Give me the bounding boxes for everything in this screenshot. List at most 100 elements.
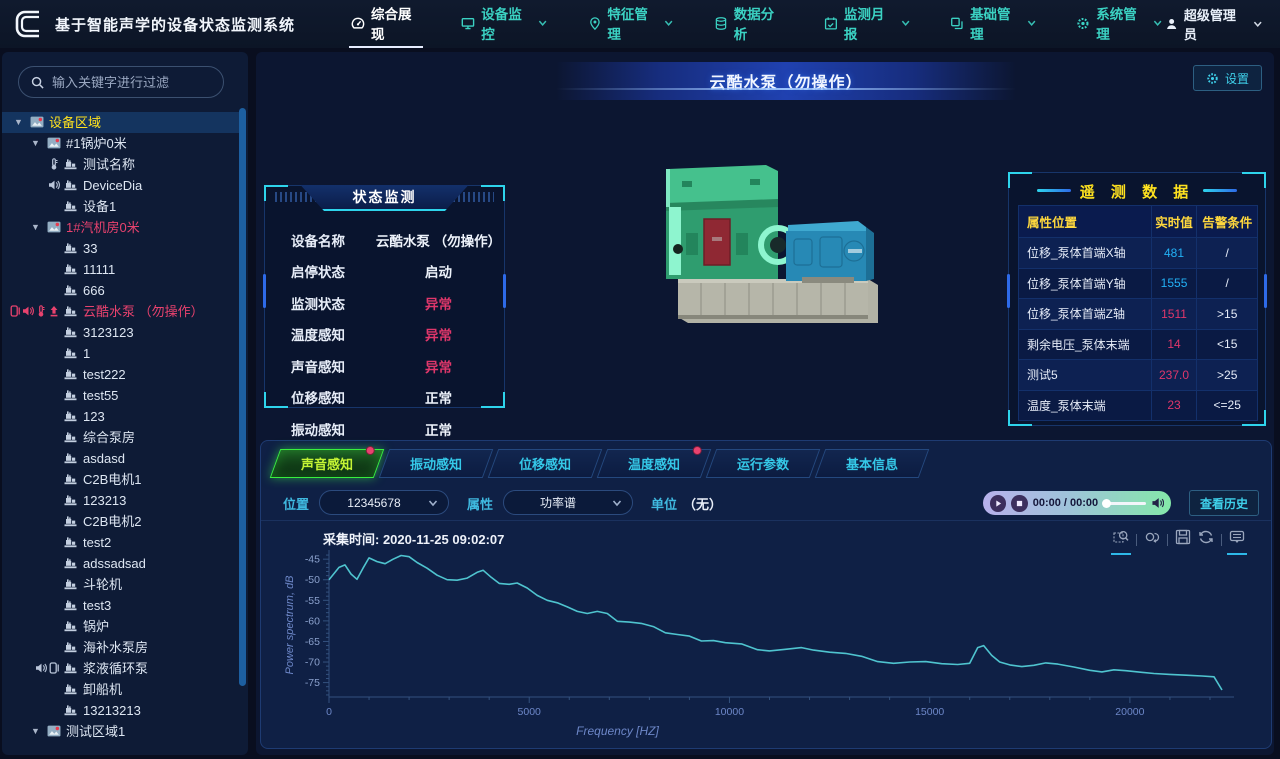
tree-node-label: C2B电机2 (83, 511, 142, 532)
tree-device-15[interactable]: 综合泵房 (2, 427, 240, 448)
status-row-value: 云酷水泵 （勿操作） (373, 230, 504, 250)
play-button[interactable] (990, 495, 1006, 512)
tree-device-20[interactable]: test2 (2, 532, 240, 553)
tree-device-28[interactable]: 13213213 (2, 700, 240, 721)
tree-region-29[interactable]: ▼测试区域1 (2, 721, 240, 742)
calendar-icon (824, 16, 838, 31)
tree-node-label: 11111 (83, 259, 115, 280)
tree-node-label: 123 (83, 406, 105, 427)
tree-expand-caret[interactable]: ▼ (14, 112, 23, 133)
telemetry-condition: / (1197, 268, 1258, 299)
tree-device-27[interactable]: 卸船机 (2, 679, 240, 700)
device-icon (64, 347, 77, 359)
tab-基本信息[interactable]: 基本信息 (815, 449, 930, 478)
device-icon (64, 515, 77, 527)
telemetry-attr: 位移_泵体首端X轴 (1019, 238, 1152, 269)
tree-device-9[interactable]: 云酷水泵 （勿操作） (2, 301, 240, 322)
position-select[interactable]: 12345678 (319, 490, 449, 515)
attribute-select[interactable]: 功率谱 (503, 490, 633, 515)
tree-device-18[interactable]: 123213 (2, 490, 240, 511)
tree-device-4[interactable]: 设备1 (2, 196, 240, 217)
tab-运行参数[interactable]: 运行参数 (706, 449, 821, 478)
stop-button[interactable] (1011, 495, 1027, 512)
thermo-icon (48, 158, 60, 170)
nav-item-5[interactable]: 基础管理 (948, 0, 1038, 48)
device-icon (64, 431, 77, 443)
sidebar-scrollbar-thumb[interactable] (239, 108, 246, 686)
thermo-icon (35, 305, 47, 317)
tab-声音感知[interactable]: 声音感知 (270, 449, 385, 478)
nav-item-2[interactable]: 特征管理 (586, 0, 676, 48)
device-3d-model[interactable] (616, 137, 956, 342)
settings-button[interactable]: 设置 (1193, 65, 1262, 91)
nav-item-0[interactable]: 综合展现 (349, 0, 423, 48)
tree-device-26[interactable]: 浆液循环泵 (2, 658, 240, 679)
status-row-4: 声音感知异常 (265, 350, 504, 382)
tree-device-19[interactable]: C2B电机2 (2, 511, 240, 532)
disp-icon (48, 662, 60, 674)
tree-node-label: test2 (83, 532, 111, 553)
tree-device-10[interactable]: 3123123 (2, 322, 240, 343)
nav-item-3[interactable]: 数据分析 (712, 0, 786, 48)
nav-item-label: 监测月报 (844, 3, 894, 43)
tree-device-21[interactable]: adssadsad (2, 553, 240, 574)
player-slider-handle[interactable] (1102, 499, 1111, 508)
svg-text:0: 0 (326, 706, 332, 718)
chevron-down-icon (664, 18, 673, 28)
tree-device-11[interactable]: 1 (2, 343, 240, 364)
tab-label: 振动感知 (385, 450, 487, 477)
tree-node-label: test3 (83, 595, 111, 616)
tree-device-17[interactable]: C2B电机1 (2, 469, 240, 490)
tree-region-1[interactable]: ▼ #1锅炉0米 (2, 133, 240, 154)
status-row-3: 温度感知异常 (265, 319, 504, 351)
chevron-down-icon (901, 18, 910, 28)
tree-expand-caret[interactable]: ▼ (31, 133, 40, 154)
tree-device-12[interactable]: test222 (2, 364, 240, 385)
spectrum-chart[interactable]: -75-70-65-60-55-50-450500010000150002000… (281, 547, 1256, 745)
nav-item-label: 系统管理 (1096, 3, 1146, 43)
telemetry-row-1: 位移_泵体首端Y轴1555/ (1019, 268, 1258, 299)
app-logo-icon (12, 7, 46, 41)
tree-device-7[interactable]: 11111 (2, 259, 240, 280)
telemetry-col-cond: 告警条件 (1197, 206, 1258, 238)
tree-region-0[interactable]: ▼设备区域 (2, 112, 240, 133)
player-slider[interactable] (1103, 502, 1145, 505)
svg-text:10000: 10000 (715, 706, 744, 718)
sensor-icons (4, 179, 60, 191)
tab-位移感知[interactable]: 位移感知 (488, 449, 603, 478)
tree-expand-caret[interactable]: ▼ (31, 217, 40, 238)
search-input[interactable] (52, 75, 202, 90)
nav-item-6[interactable]: 系统管理 (1074, 0, 1164, 48)
tab-振动感知[interactable]: 振动感知 (379, 449, 494, 478)
tree-device-13[interactable]: test55 (2, 385, 240, 406)
tree-node-label: #1锅炉0米 (66, 133, 127, 154)
tree-expand-caret[interactable]: ▼ (31, 721, 40, 742)
nav-item-4[interactable]: 监测月报 (822, 0, 912, 48)
telemetry-panel: 遥 测 数 据 属性位置 实时值 告警条件 位移_泵体首端X轴481/位移_泵体… (1008, 172, 1266, 426)
view-history-button[interactable]: 查看历史 (1189, 490, 1259, 516)
tree-device-23[interactable]: test3 (2, 595, 240, 616)
perception-panel: 声音感知振动感知位移感知温度感知运行参数基本信息 位置 12345678 属性 … (260, 440, 1272, 749)
user-menu[interactable]: 超级管理员 (1165, 5, 1262, 43)
status-row-5: 位移感知正常 (265, 382, 504, 414)
tree-device-6[interactable]: 33 (2, 238, 240, 259)
layers-icon (950, 16, 964, 31)
tree-device-25[interactable]: 海补水泵房 (2, 637, 240, 658)
status-row-label: 监测状态 (265, 293, 373, 313)
device-icon (64, 683, 77, 695)
nav-item-1[interactable]: 设备监控 (459, 0, 549, 48)
tree-device-16[interactable]: asdasd (2, 448, 240, 469)
tab-温度感知[interactable]: 温度感知 (597, 449, 712, 478)
tree-device-8[interactable]: 666 (2, 280, 240, 301)
tree-device-3[interactable]: DeviceDia (2, 175, 240, 196)
tree-device-2[interactable]: 测试名称 (2, 154, 240, 175)
status-row-value: 正常 (373, 387, 504, 407)
tree-device-24[interactable]: 锅炉 (2, 616, 240, 637)
volume-icon[interactable] (1151, 496, 1164, 510)
tree-device-22[interactable]: 斗轮机 (2, 574, 240, 595)
status-panel-header: 状态监测 (301, 185, 469, 211)
attribute-label: 属性 (467, 494, 493, 513)
tree-region-5[interactable]: ▼1#汽机房0米 (2, 217, 240, 238)
tree-device-14[interactable]: 123 (2, 406, 240, 427)
device-icon (64, 242, 77, 254)
